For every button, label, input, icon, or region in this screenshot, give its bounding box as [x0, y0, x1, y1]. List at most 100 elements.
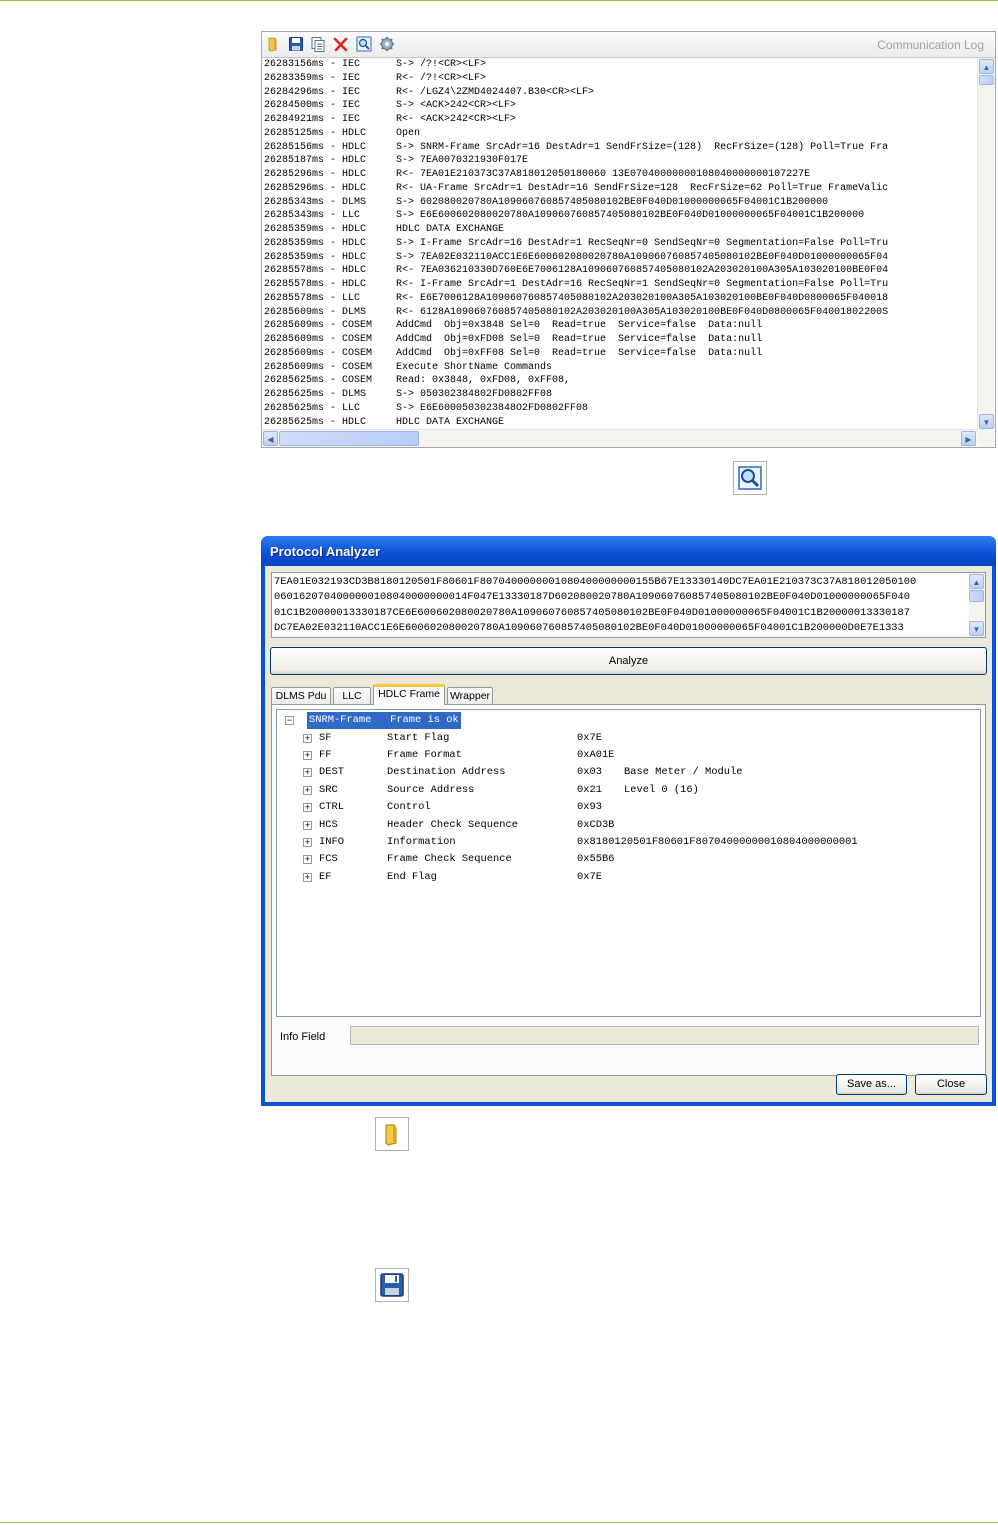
- scroll-right-button[interactable]: ▶: [961, 431, 976, 446]
- communication-log-panel: Communication Log 26283156ms - IEC S-> /…: [261, 31, 996, 448]
- scroll-up-button[interactable]: ▲: [979, 59, 994, 74]
- tree-item-row[interactable]: + CTRL Control 0x93: [303, 799, 963, 816]
- scroll-left-button[interactable]: ◀: [263, 431, 278, 446]
- tree-item-key: EF: [319, 870, 332, 883]
- log-line: 26285343ms - DLMS S-> 602080020780A10906…: [264, 196, 829, 208]
- tree-root-row[interactable]: − SNRM-Frame Frame is ok: [285, 712, 965, 729]
- bottom-rule: [0, 1522, 998, 1523]
- expand-icon[interactable]: +: [303, 733, 312, 743]
- hex-input-field[interactable]: 7EA01E032193CD3B8180120501F80601F8070400…: [271, 572, 986, 638]
- protocol-analyzer-client: 7EA01E032193CD3B8180120501F80601F8070400…: [265, 566, 992, 1102]
- hdlc-frame-tab-panel: − SNRM-Frame Frame is ok + SF Start Flag 0x…: [271, 704, 986, 1076]
- tree-item-value: 0x8180120501F80601F807040000000108040000…: [577, 835, 858, 848]
- log-line: 26285359ms - HDLC S-> I-Frame SrcAdr=16 …: [264, 237, 889, 249]
- comm-log-horizontal-scrollbar[interactable]: ◀ ▶: [262, 429, 977, 447]
- open-folder-icon[interactable]: [266, 36, 282, 52]
- log-line: 26283156ms - IEC S-> /?!<CR><LF>: [264, 59, 487, 70]
- collapse-icon[interactable]: −: [285, 716, 294, 725]
- tree-item-value: 0xCD3B: [577, 818, 615, 831]
- comm-log-lines[interactable]: 26283156ms - IEC S-> /?!<CR><LF> 26283359…: [263, 58, 977, 430]
- log-line: 26284921ms - IEC R<- <ACK>242<CR><LF>: [264, 114, 517, 125]
- hex-line: DC7EA02E032110ACC1E6E600602080020780A109…: [274, 622, 904, 635]
- tree-item-description: Destination Address: [387, 766, 506, 779]
- tree-item-key: HCS: [319, 818, 338, 831]
- save-icon: [375, 1268, 409, 1302]
- tab-wrapper[interactable]: Wrapper: [447, 687, 493, 704]
- tree-root-label: SNRM-Frame Frame is ok: [307, 712, 461, 729]
- log-line: 26285625ms - COSEM Read: 0x3848, 0xFD08,…: [264, 375, 571, 387]
- log-line: 26285625ms - LLC S-> E6E6000503023848O2F…: [264, 402, 589, 414]
- expand-icon[interactable]: +: [303, 803, 312, 813]
- protocol-analyzer-window: Protocol Analyzer 7EA01E032193CD3B818012…: [261, 536, 996, 1106]
- log-line: 26285343ms - LLC S-> E6E600602080020780A…: [264, 210, 865, 222]
- log-line: 26283359ms - IEC R<- /?!<CR><LF>: [264, 72, 487, 84]
- comm-log-toolbar: Communication Log: [262, 32, 995, 58]
- tree-item-value: 0x03: [577, 766, 602, 779]
- scroll-corner: [978, 430, 995, 447]
- comm-log-vertical-scrollbar[interactable]: ▲ ▼: [977, 58, 995, 430]
- tab-dlms-pdu[interactable]: DLMS Pdu: [271, 687, 331, 704]
- tree-item-row[interactable]: + EF End Flag 0x7E: [303, 869, 963, 886]
- open-folder-icon: [375, 1117, 409, 1151]
- scroll-thumb-horizontal[interactable]: [279, 431, 419, 446]
- scroll-thumb[interactable]: [969, 590, 984, 602]
- expand-icon[interactable]: +: [303, 785, 312, 795]
- hex-input-lines: 7EA01E032193CD3B8180120501F80601F8070400…: [272, 575, 968, 637]
- tree-item-row[interactable]: + DEST Destination Address 0x03 Base Meter /…: [303, 764, 963, 781]
- frame-tree[interactable]: − SNRM-Frame Frame is ok + SF Start Flag 0x…: [276, 709, 981, 1017]
- copy-icon[interactable]: [310, 36, 326, 52]
- log-line: 26285609ms - COSEM Execute ShortName Com…: [264, 361, 553, 373]
- log-line: 26285625ms - DLMS S-> 050302384802FD0802…: [264, 389, 553, 400]
- tree-item-key: SRC: [319, 783, 338, 796]
- tree-item-value: 0xA01E: [577, 748, 615, 761]
- tree-item-description: Control: [387, 801, 431, 814]
- tree-item-value: 0x93: [577, 801, 602, 814]
- expand-icon[interactable]: +: [303, 768, 312, 778]
- protocol-analyzer-icon[interactable]: [356, 36, 372, 52]
- scroll-down-button[interactable]: ▼: [979, 414, 994, 429]
- tree-item-description: Start Flag: [387, 731, 450, 744]
- expand-icon[interactable]: +: [303, 872, 312, 882]
- log-line: 26284500ms - IEC S-> <ACK>242<CR><LF>: [264, 100, 517, 112]
- tree-item-row[interactable]: + FF Frame Format 0xA01E: [303, 747, 963, 764]
- info-field-label: Info Field: [280, 1031, 326, 1043]
- expand-icon[interactable]: +: [303, 837, 312, 847]
- log-line: 26285359ms - HDLC HDLC DATA EXCHANGE: [264, 224, 505, 235]
- log-line: 26285578ms - HDLC R<- I-Frame SrcAdr=1 D…: [264, 279, 889, 290]
- log-line: 26285609ms - COSEM AddCmd Obj=0xFF08 Sel…: [264, 347, 763, 359]
- tree-item-row[interactable]: + HCS Header Check Sequence 0xCD3B: [303, 817, 963, 834]
- delete-icon[interactable]: [333, 36, 349, 52]
- tree-item-row[interactable]: + INFO Information 0x8180120501F80601F80704…: [303, 834, 963, 851]
- close-button[interactable]: Close: [915, 1074, 987, 1095]
- tree-item-row[interactable]: + SF Start Flag 0x7E: [303, 730, 963, 747]
- tree-item-row[interactable]: + SRC Source Address 0x21 Level 0 (16): [303, 782, 963, 799]
- settings-icon[interactable]: [379, 36, 395, 52]
- tab-llc[interactable]: LLC: [333, 687, 371, 704]
- log-line: 26285359ms - HDLC S-> 7EA02E032110ACC1E6…: [264, 251, 889, 263]
- scroll-thumb[interactable]: [979, 75, 994, 85]
- expand-icon[interactable]: +: [303, 820, 312, 830]
- hex-line: 7EA01E032193CD3B8180120501F80601F8070400…: [274, 576, 917, 588]
- expand-icon[interactable]: +: [303, 750, 312, 760]
- window-title: Protocol Analyzer: [270, 544, 381, 559]
- scroll-up-button[interactable]: ▲: [969, 574, 984, 589]
- tree-item-description: Source Address: [387, 783, 475, 796]
- tree-item-key: CTRL: [319, 801, 344, 814]
- protocol-analyzer-icon: [733, 461, 767, 495]
- analyze-button[interactable]: Analyze: [270, 647, 987, 675]
- hex-vertical-scrollbar[interactable]: ▲ ▼: [969, 573, 985, 637]
- tree-item-value: 0x55B6: [577, 853, 615, 866]
- protocol-analyzer-titlebar[interactable]: Protocol Analyzer: [261, 536, 996, 566]
- tab-hdlc-frame[interactable]: HDLC Frame: [373, 684, 445, 705]
- log-line: 26285578ms - HDLC R<- 7EA036210330D760E6…: [264, 265, 889, 277]
- expand-icon[interactable]: +: [303, 855, 312, 865]
- log-line: 26285187ms - HDLC S-> 7EA0070321930F017E: [264, 155, 529, 167]
- tree-item-key: INFO: [319, 835, 344, 848]
- log-line: 26285156ms - HDLC S-> SNRM-Frame SrcAdr=…: [264, 141, 889, 153]
- save-as-button[interactable]: Save as...: [836, 1074, 907, 1095]
- tree-item-row[interactable]: + FCS Frame Check Sequence 0x55B6: [303, 851, 963, 868]
- hex-line: 0601620704000000108040000000014F047E1333…: [274, 591, 911, 604]
- info-field[interactable]: [350, 1026, 979, 1045]
- scroll-down-button[interactable]: ▼: [969, 621, 984, 636]
- save-icon[interactable]: [288, 36, 304, 52]
